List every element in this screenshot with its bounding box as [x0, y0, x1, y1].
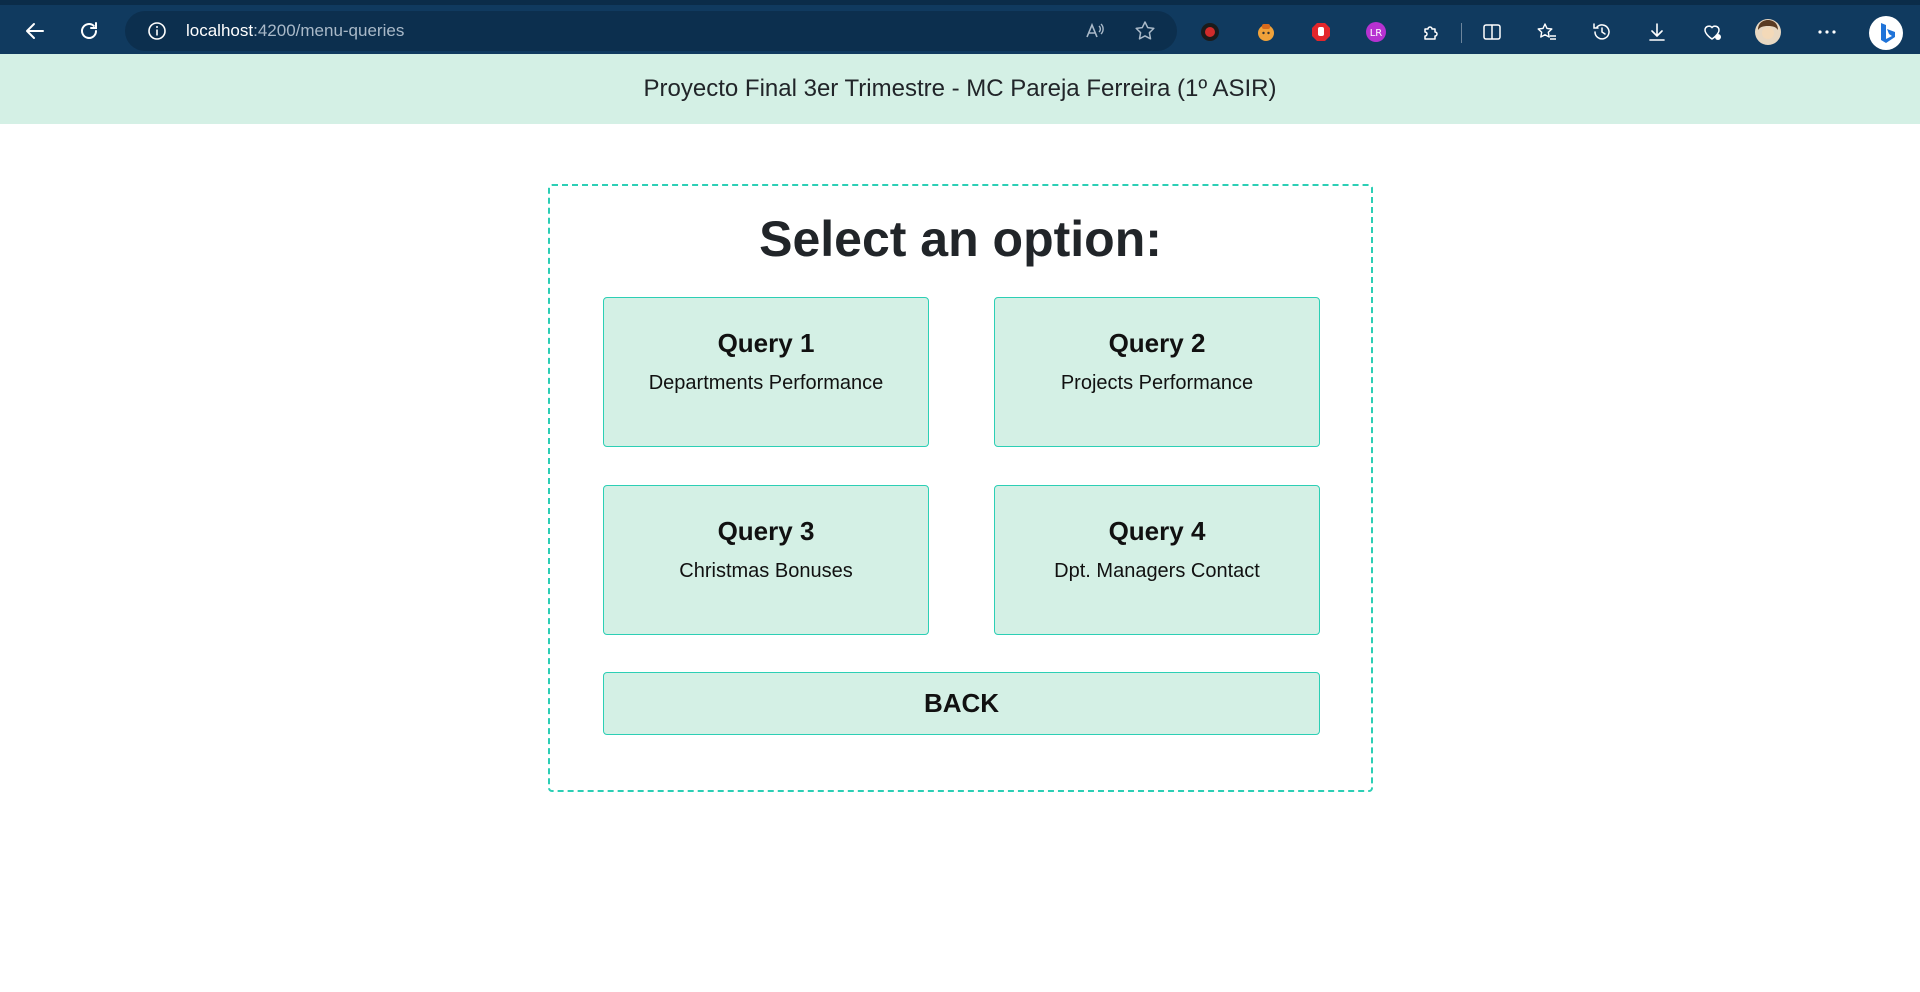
- toolbar-divider: [1461, 23, 1462, 43]
- svg-text:LR: LR: [1370, 28, 1383, 39]
- browser-essentials-heart-icon[interactable]: [1698, 18, 1726, 46]
- url-host: localhost: [186, 21, 254, 40]
- copilot-icon[interactable]: [1868, 15, 1904, 51]
- more-options-icon[interactable]: [1813, 18, 1841, 46]
- extension-adblock-hand-icon[interactable]: [1307, 18, 1335, 46]
- menu-title: Select an option:: [759, 211, 1162, 267]
- history-icon[interactable]: [1588, 18, 1616, 46]
- browser-toolbar: localhost:4200/menu-queries LR: [0, 0, 1920, 54]
- query-2-button[interactable]: Query 2 Projects Performance: [994, 297, 1320, 447]
- page-header-title: Proyecto Final 3er Trimestre - MC Pareja…: [643, 75, 1277, 102]
- favorite-star-icon[interactable]: [1133, 19, 1157, 43]
- page-header: Proyecto Final 3er Trimestre - MC Pareja…: [0, 54, 1920, 124]
- back-button-label: BACK: [923, 688, 1000, 718]
- back-button[interactable]: BACK: [603, 672, 1320, 735]
- query-2-description: Projects Performance: [1060, 372, 1254, 394]
- query-3-title: Query 3: [717, 516, 815, 546]
- query-4-button[interactable]: Query 4 Dpt. Managers Contact: [994, 485, 1320, 635]
- extensions-puzzle-icon[interactable]: [1417, 18, 1445, 46]
- query-3-description: Christmas Bonuses: [679, 560, 853, 582]
- extension-purple-badge-icon[interactable]: LR: [1362, 18, 1390, 46]
- query-3-button[interactable]: Query 3 Christmas Bonuses: [603, 485, 929, 635]
- split-screen-icon[interactable]: [1478, 18, 1506, 46]
- back-arrow-icon[interactable]: [19, 15, 51, 47]
- downloads-icon[interactable]: [1643, 18, 1671, 46]
- query-1-title: Query 1: [717, 328, 815, 358]
- query-1-button[interactable]: Query 1 Departments Performance: [603, 297, 929, 447]
- avatar[interactable]: [1754, 18, 1782, 46]
- address-bar[interactable]: localhost:4200/menu-queries: [125, 11, 1177, 51]
- query-2-title: Query 2: [1108, 328, 1206, 358]
- query-1-description: Departments Performance: [648, 372, 884, 394]
- favorites-icon[interactable]: [1533, 18, 1561, 46]
- menu-card: Select an option: Query 1 Departments Pe…: [548, 184, 1373, 792]
- url-text[interactable]: localhost:4200/menu-queries: [186, 21, 404, 41]
- query-4-title: Query 4: [1108, 516, 1206, 546]
- read-aloud-icon[interactable]: [1083, 19, 1107, 43]
- extension-red-circle-icon[interactable]: [1196, 18, 1224, 46]
- url-path: :4200/menu-queries: [253, 21, 405, 40]
- extension-mascot-icon[interactable]: [1252, 18, 1280, 46]
- refresh-icon[interactable]: [73, 15, 105, 47]
- site-info-icon[interactable]: [145, 19, 169, 43]
- query-4-description: Dpt. Managers Contact: [1054, 560, 1260, 582]
